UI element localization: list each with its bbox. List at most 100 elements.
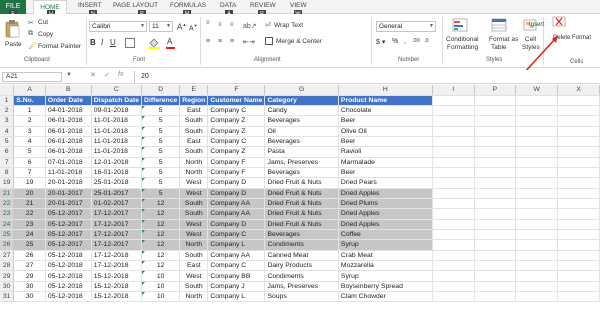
- cell[interactable]: Company F: [207, 167, 266, 179]
- empty-cell[interactable]: [515, 229, 559, 241]
- cell[interactable]: Company C: [207, 105, 266, 117]
- cell[interactable]: 21: [13, 198, 46, 210]
- italic-icon[interactable]: I: [101, 38, 103, 47]
- cell[interactable]: Dried Fruit & Nuts: [264, 177, 339, 189]
- cell[interactable]: Customer Name: [207, 95, 266, 106]
- cell[interactable]: West: [179, 270, 209, 282]
- column-header[interactable]: F: [207, 85, 266, 96]
- merge-center-button[interactable]: Merge & Center: [276, 38, 322, 45]
- empty-cell[interactable]: [474, 157, 517, 168]
- cell[interactable]: 12: [141, 219, 181, 230]
- align-center-icon[interactable]: ≡: [218, 38, 222, 45]
- cell[interactable]: 6: [13, 157, 46, 168]
- tab-view[interactable]: VIEW: [290, 2, 307, 9]
- cell[interactable]: 26: [13, 250, 46, 262]
- cell[interactable]: 05-12-2018: [45, 250, 92, 262]
- formula-input[interactable]: 20: [134, 71, 600, 83]
- cell[interactable]: Company AA: [207, 208, 266, 220]
- cell[interactable]: Dried Apples: [338, 188, 433, 199]
- empty-cell[interactable]: [557, 126, 600, 137]
- cell[interactable]: 23: [13, 219, 46, 230]
- cell[interactable]: 10: [141, 281, 181, 293]
- empty-cell[interactable]: [515, 281, 559, 293]
- empty-cell[interactable]: [515, 115, 559, 127]
- empty-cell[interactable]: [432, 270, 475, 282]
- row-header[interactable]: 1: [0, 95, 15, 106]
- currency-icon[interactable]: $ ▾: [376, 38, 385, 46]
- cell[interactable]: 11-01-2018: [91, 136, 143, 148]
- empty-cell[interactable]: [557, 146, 600, 158]
- wrap-text-button[interactable]: Wrap Text: [274, 22, 303, 29]
- align-middle-icon[interactable]: ≡: [218, 22, 222, 28]
- row-header[interactable]: 2: [0, 105, 15, 117]
- cell[interactable]: 15-12-2018: [91, 270, 143, 282]
- cell[interactable]: 29: [13, 270, 46, 282]
- cell[interactable]: Company AA: [207, 198, 266, 210]
- empty-cell[interactable]: [474, 198, 517, 210]
- cell[interactable]: 05-12-2017: [45, 219, 92, 230]
- cell[interactable]: West: [179, 219, 209, 230]
- empty-cell[interactable]: [515, 177, 559, 189]
- empty-cell[interactable]: [557, 157, 600, 168]
- cell[interactable]: Dried Fruit & Nuts: [264, 219, 339, 230]
- align-top-icon[interactable]: ≡: [206, 20, 210, 26]
- cell[interactable]: West: [179, 229, 209, 241]
- cell[interactable]: Beverages: [264, 167, 339, 179]
- orientation-icon[interactable]: ab↗: [243, 22, 257, 30]
- cell[interactable]: Dried Plums: [338, 198, 433, 210]
- empty-cell[interactable]: [432, 219, 475, 230]
- percent-icon[interactable]: %: [392, 38, 398, 45]
- tab-page-layout[interactable]: PAGE LAYOUT: [113, 2, 158, 9]
- cell[interactable]: Company C: [207, 229, 266, 241]
- empty-cell[interactable]: [557, 250, 600, 262]
- cell[interactable]: 05-12-2017: [45, 239, 92, 251]
- cell[interactable]: 12: [141, 198, 181, 210]
- cell[interactable]: 20-01-2017: [45, 188, 92, 199]
- cell[interactable]: Difference: [141, 95, 181, 106]
- empty-cell[interactable]: [474, 291, 517, 303]
- column-header[interactable]: A: [13, 85, 46, 96]
- row-header[interactable]: 30: [0, 281, 15, 293]
- row-header[interactable]: 25: [0, 229, 15, 241]
- cell[interactable]: Syrup: [338, 270, 433, 282]
- cell[interactable]: 11-01-2018: [91, 146, 143, 158]
- column-header[interactable]: X: [557, 85, 600, 96]
- cell[interactable]: Soups: [264, 291, 339, 303]
- copy-button[interactable]: Copy: [38, 31, 53, 38]
- empty-cell[interactable]: [515, 198, 559, 210]
- empty-cell[interactable]: [515, 105, 559, 117]
- cell[interactable]: 12: [141, 239, 181, 251]
- empty-cell[interactable]: [432, 229, 475, 241]
- column-header[interactable]: P: [474, 85, 517, 96]
- cell[interactable]: 05-12-2017: [45, 229, 92, 241]
- row-header[interactable]: 4: [0, 126, 15, 137]
- cell[interactable]: 19: [13, 177, 46, 189]
- cell[interactable]: North: [179, 167, 209, 179]
- empty-cell[interactable]: [515, 270, 559, 282]
- cell[interactable]: South: [179, 198, 209, 210]
- cell[interactable]: 16-01-2018: [91, 167, 143, 179]
- empty-cell[interactable]: [432, 157, 475, 168]
- cell[interactable]: 12: [141, 208, 181, 220]
- cell[interactable]: East: [179, 260, 209, 272]
- cell[interactable]: 12: [141, 250, 181, 262]
- empty-cell[interactable]: [474, 136, 517, 148]
- empty-cell[interactable]: [515, 188, 559, 199]
- cell[interactable]: 4: [13, 136, 46, 148]
- cell[interactable]: Boysenberry Spread: [338, 281, 433, 293]
- cut-button[interactable]: Cut: [38, 19, 48, 26]
- row-header[interactable]: 19: [0, 177, 15, 189]
- empty-cell[interactable]: [515, 136, 559, 148]
- empty-cell[interactable]: [557, 229, 600, 241]
- cell[interactable]: 17-12-2017: [91, 208, 143, 220]
- empty-cell[interactable]: [557, 95, 600, 106]
- column-header[interactable]: H: [338, 85, 433, 96]
- row-header[interactable]: 7: [0, 157, 15, 168]
- cell[interactable]: North: [179, 157, 209, 168]
- empty-cell[interactable]: [557, 270, 600, 282]
- conditional-formatting-button[interactable]: Conditional: [446, 36, 479, 43]
- cell[interactable]: North: [179, 291, 209, 303]
- cell[interactable]: 17-12-2017: [91, 229, 143, 241]
- cell[interactable]: Product Name: [338, 95, 433, 106]
- format-cells-button[interactable]: Format: [572, 35, 591, 41]
